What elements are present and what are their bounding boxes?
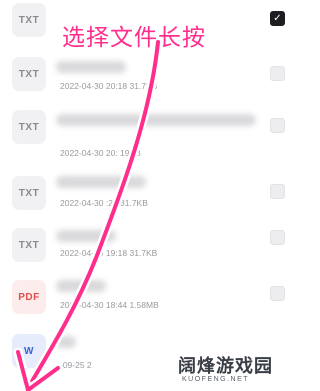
txt-file-icon: TXT <box>12 57 46 91</box>
file-meta: 2022-04-30 20:18 31.7KB <box>60 81 158 91</box>
file-list: TXT ✓ TXT 2022-04-30 20:18 31.7KB TXT 20… <box>0 0 300 391</box>
annotation-text: 选择文件长按 <box>62 25 206 51</box>
redacted-filename <box>56 336 76 348</box>
file-row[interactable]: TXT 2022-04-30 :21 31.7KB <box>0 168 300 224</box>
txt-file-icon: TXT <box>12 110 46 144</box>
pdf-file-icon: PDF <box>12 280 46 314</box>
file-meta: 2022-04-30 18:44 1.58MB <box>60 300 159 310</box>
redacted-filename <box>56 230 116 242</box>
file-meta: 2022-04-30 :21 31.7KB <box>60 198 148 208</box>
redacted-filename <box>56 176 146 188</box>
redacted-filename <box>56 114 256 126</box>
file-checkbox[interactable]: ✓ <box>270 11 285 26</box>
file-row[interactable]: PDF 2022-04-30 18:44 1.58MB <box>0 276 300 332</box>
file-checkbox[interactable] <box>270 66 285 81</box>
file-row[interactable]: TXT 2022-04-30 20: 19KB <box>0 102 300 158</box>
txt-file-icon: TXT <box>12 228 46 262</box>
file-checkbox[interactable] <box>270 286 285 301</box>
redacted-filename <box>56 280 106 292</box>
file-checkbox[interactable] <box>270 184 285 199</box>
watermark-subtitle: KUOFENG.NET <box>182 376 250 383</box>
file-row[interactable]: TXT 2022-04-30 19:18 31.7KB <box>0 226 300 282</box>
file-meta: 2022-04-30 20: 19KB <box>60 148 141 158</box>
txt-file-icon: TXT <box>12 176 46 210</box>
redacted-filename <box>56 61 126 73</box>
file-row[interactable]: TXT 2022-04-30 20:18 31.7KB <box>0 51 300 107</box>
file-meta: 2022-04-30 19:18 31.7KB <box>60 248 158 258</box>
file-meta: -09-25 2 <box>60 360 92 370</box>
file-checkbox[interactable] <box>270 118 285 133</box>
watermark-logo: 阔烽游戏园 KUOFENG.NET <box>178 352 294 390</box>
word-file-icon: W <box>12 334 46 368</box>
txt-file-icon: TXT <box>12 3 46 37</box>
watermark-title: 阔烽游戏园 <box>178 356 273 377</box>
file-checkbox[interactable] <box>270 230 285 245</box>
